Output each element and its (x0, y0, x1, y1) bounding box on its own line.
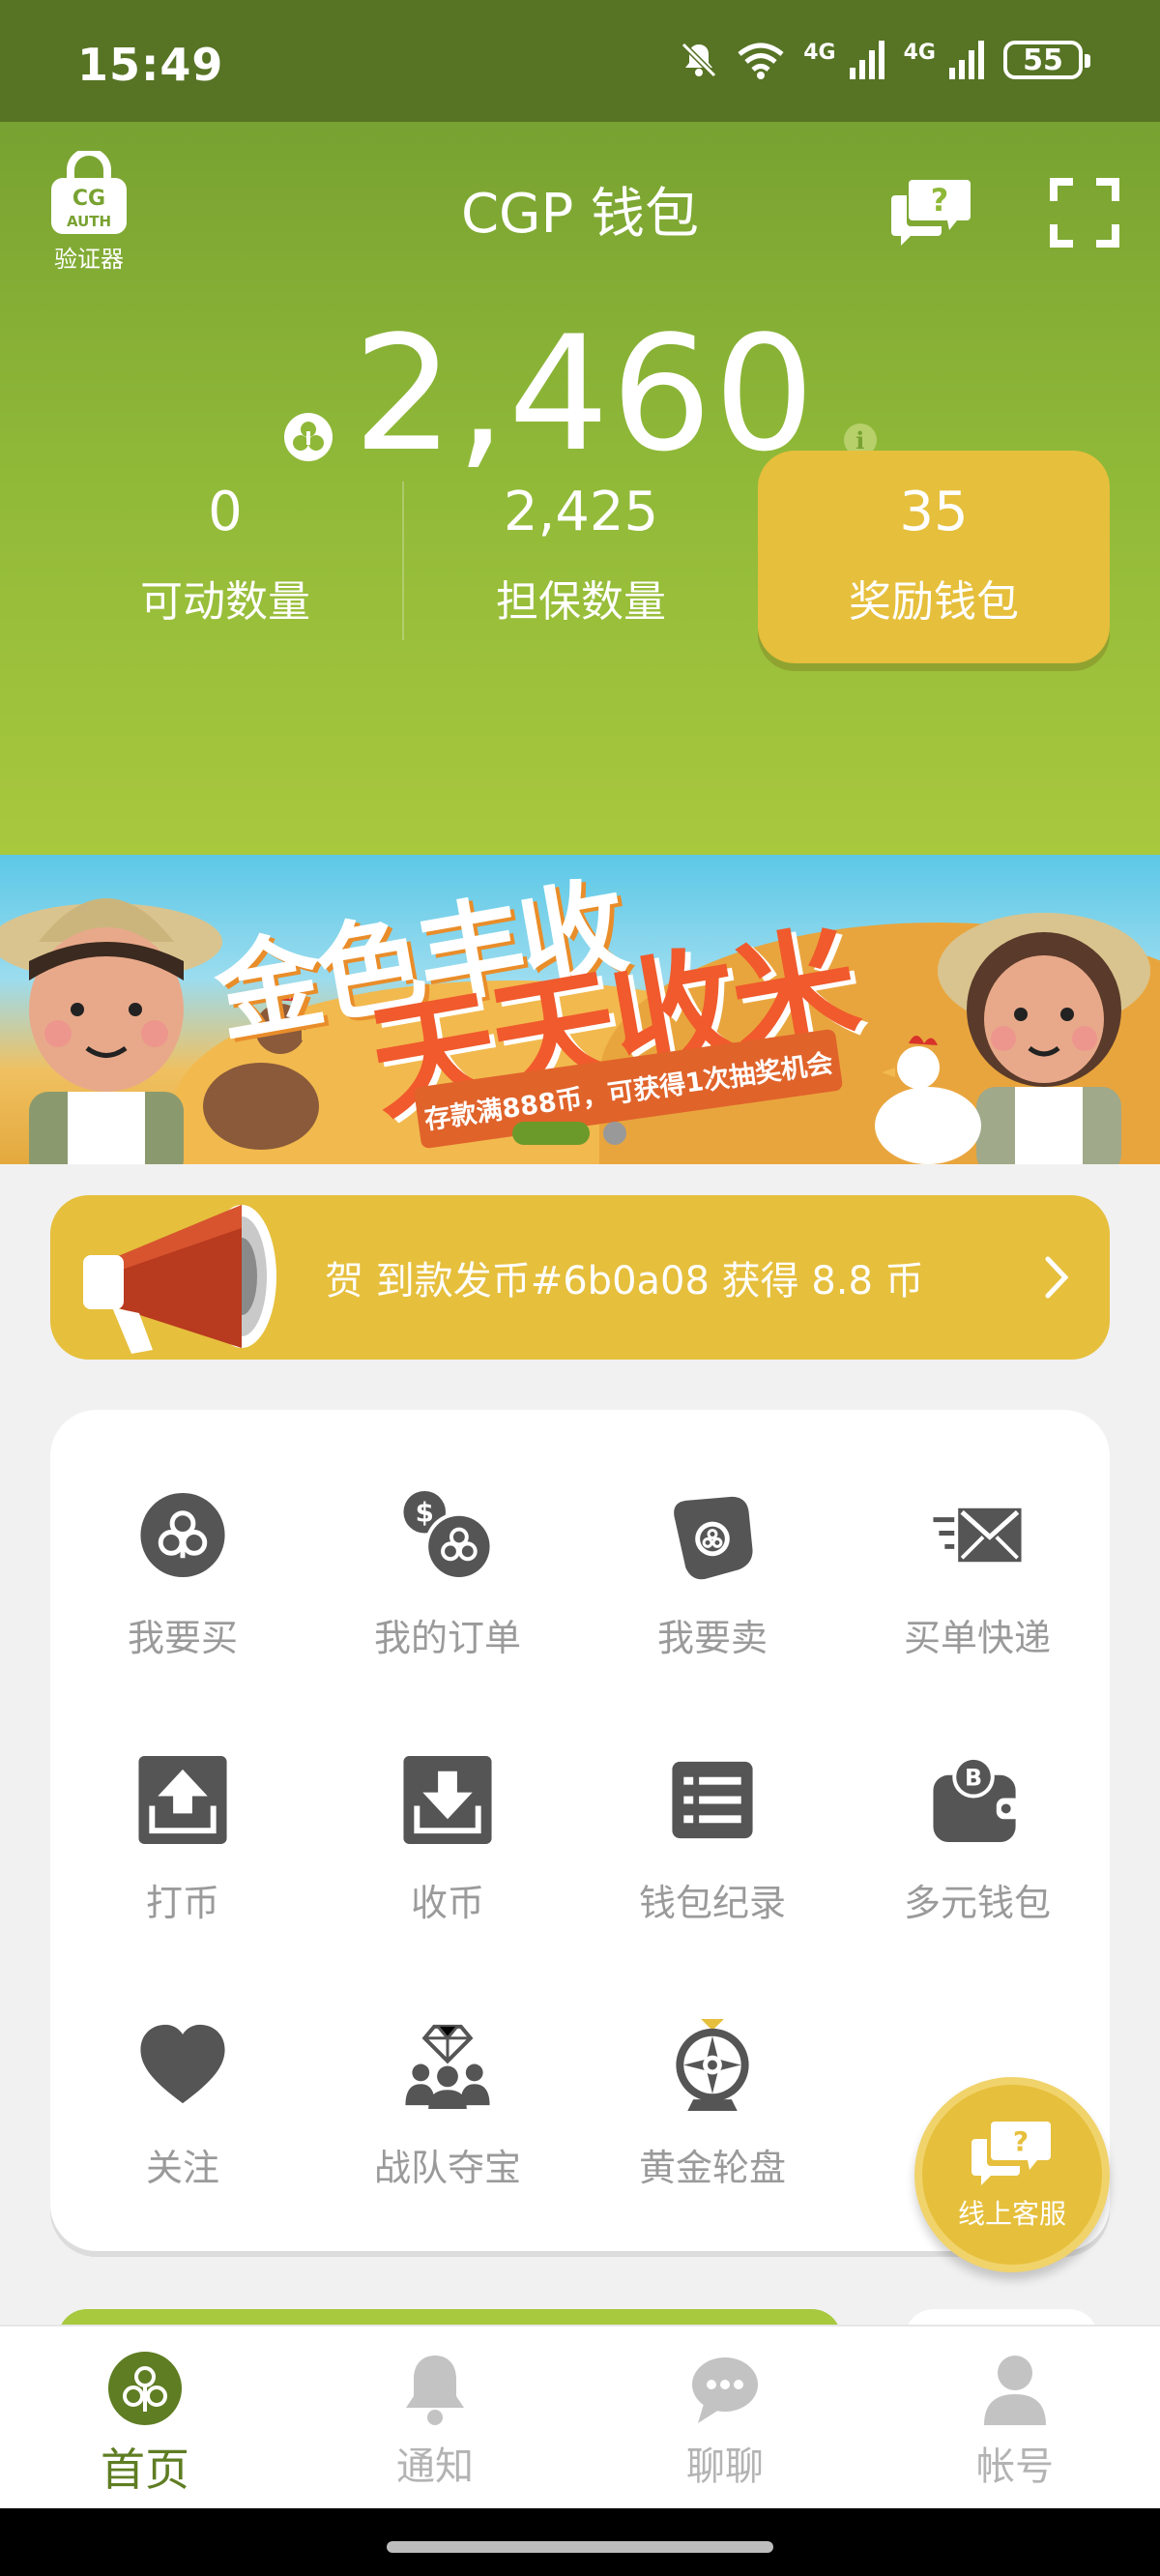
wifi-icon (738, 43, 784, 79)
menu-item-orders[interactable]: $ 我的订单 (315, 1449, 580, 1661)
sell-tag-icon (674, 1496, 753, 1580)
nav-tab-home[interactable]: 首页 (0, 2327, 290, 2510)
stat-guarantee-value: 2,425 (503, 481, 659, 543)
download-icon (403, 1755, 492, 1845)
banner-pagination (512, 1122, 626, 1145)
wallet-icon: B (933, 1755, 1022, 1843)
status-bar: 15:49 4G 4G 55 (0, 0, 1160, 122)
svg-text:B: B (965, 1765, 982, 1792)
menu-label: 买单快递 (903, 1617, 1051, 1659)
menu-item-buy[interactable]: 我要买 (50, 1449, 315, 1661)
reward-wallet-button[interactable]: 35 奖励钱包 (758, 451, 1110, 663)
menu-item-follow[interactable]: 关注 (50, 1978, 315, 2191)
list-icon (672, 1761, 753, 1839)
nav-label: 通知 (396, 2444, 474, 2489)
signal-bars-icon (949, 41, 984, 79)
menu-item-multi-wallet[interactable]: B 多元钱包 (845, 1713, 1110, 1926)
system-gesture-bar (0, 2508, 1160, 2576)
menu-label: 钱包纪录 (638, 1882, 786, 1924)
coin-icon (140, 1492, 225, 1578)
menu-item-express[interactable]: 买单快递 (845, 1449, 1110, 1661)
nav-tab-notifications[interactable]: 通知 (290, 2327, 580, 2510)
stat-movable[interactable]: 0 可动数量 (48, 451, 402, 663)
roulette-icon (676, 2018, 749, 2112)
menu-label: 收币 (410, 1882, 484, 1924)
help-chat-icon: ? (972, 2122, 1051, 2185)
menu-label: 我要买 (127, 1617, 238, 1659)
customer-service-label: 线上客服 (957, 2198, 1066, 2230)
express-mail-icon (933, 1508, 1022, 1563)
bell-muted-icon (682, 42, 717, 78)
announcement-bar[interactable]: 贺 到款发币#6b0a08 获得 8.8 币 (50, 1195, 1110, 1360)
nav-label: 帐号 (976, 2444, 1054, 2489)
banner-dot[interactable] (603, 1122, 626, 1145)
menu-label: 战队夺宝 (373, 2147, 521, 2189)
orders-icon: $ (403, 1490, 494, 1582)
home-indicator[interactable] (387, 2541, 773, 2553)
customer-service-button[interactable]: ? 线上客服 (914, 2077, 1110, 2272)
banner-dot-active[interactable] (512, 1122, 590, 1145)
upload-icon (138, 1755, 227, 1845)
status-time: 15:49 (77, 39, 224, 91)
signal-label-2: 4G (903, 41, 936, 65)
bell-icon (406, 2356, 464, 2425)
chevron-right-icon[interactable] (1042, 1253, 1071, 1302)
stat-guarantee-label: 担保数量 (496, 577, 666, 627)
announcement-text: 贺 到款发币#6b0a08 获得 8.8 币 (325, 1259, 924, 1303)
menu-item-sell[interactable]: 我要卖 (580, 1449, 845, 1661)
menu-item-golden-roulette[interactable]: 黄金轮盘 (580, 1978, 845, 2191)
chat-icon (692, 2357, 758, 2423)
nav-tab-account[interactable]: 帐号 (870, 2327, 1160, 2510)
stat-movable-value: 0 (208, 481, 243, 543)
menu-item-wallet-records[interactable]: 钱包纪录 (580, 1713, 845, 1926)
signal-bars-icon (849, 41, 884, 79)
signal-label-1: 4G (803, 41, 836, 65)
nav-label: 首页 (101, 2444, 189, 2496)
svg-text:?: ? (1013, 2125, 1029, 2157)
team-diamond-icon (405, 2024, 490, 2110)
nav-label: 聊聊 (686, 2444, 764, 2489)
menu-label: 打币 (145, 1882, 219, 1924)
menu-label: 我要卖 (656, 1617, 768, 1659)
heart-icon (140, 2024, 225, 2104)
menu-item-receive-coin[interactable]: 收币 (315, 1713, 580, 1926)
menu-label: 关注 (145, 2147, 219, 2189)
home-icon (108, 2352, 182, 2425)
nav-tab-chat[interactable]: 聊聊 (580, 2327, 870, 2510)
megaphone-icon (83, 1205, 276, 1354)
promo-banner[interactable]: 金色丰收 天天收米 存款满888币，可获得1次抽奖机会 (0, 855, 1160, 1164)
farmer-woman-illustration (875, 913, 1150, 1164)
svg-text:$: $ (416, 1497, 434, 1529)
battery-indicator: 55 (1003, 41, 1090, 79)
svg-text:?: ? (931, 182, 949, 219)
menu-item-send-coin[interactable]: 打币 (50, 1713, 315, 1926)
person-icon (984, 2356, 1046, 2425)
menu-label: 我的订单 (373, 1617, 521, 1659)
stats-divider (402, 482, 404, 640)
page-title: CGP 钱包 (460, 183, 700, 246)
status-icons: 4G 4G 55 (680, 41, 1090, 79)
menu-label: 多元钱包 (903, 1882, 1051, 1924)
menu-item-team-treasure[interactable]: 战队夺宝 (315, 1978, 580, 2191)
stat-guarantee[interactable]: 2,425 担保数量 (404, 451, 758, 663)
help-chat-icon[interactable]: ? (891, 172, 972, 246)
menu-label: 黄金轮盘 (638, 2147, 786, 2189)
bottom-navigation: 首页 通知 聊聊 帐号 (0, 2325, 1160, 2508)
reward-wallet-label: 奖励钱包 (849, 577, 1019, 627)
fullscreen-scan-icon[interactable] (1050, 178, 1119, 248)
stat-movable-label: 可动数量 (140, 577, 310, 627)
reward-wallet-value: 35 (899, 481, 969, 543)
